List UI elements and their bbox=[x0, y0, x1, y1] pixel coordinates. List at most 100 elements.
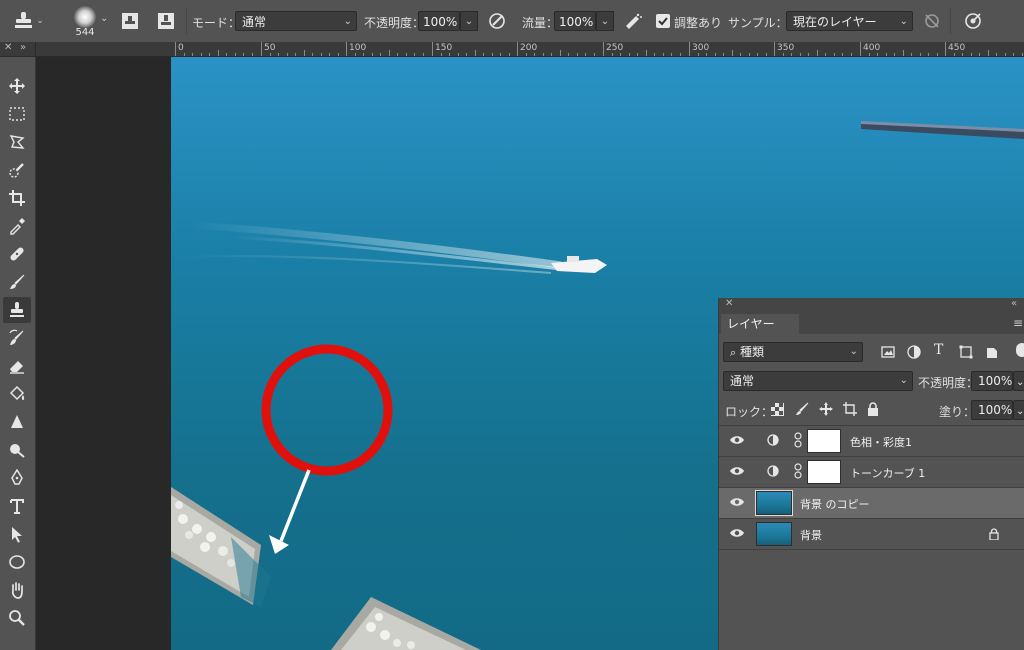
link-chain-icon[interactable] bbox=[794, 463, 802, 479]
brush-panel-toggle[interactable] bbox=[154, 9, 178, 33]
fill-field[interactable]: 100% bbox=[971, 400, 1013, 420]
clone-source-toggle[interactable] bbox=[118, 9, 142, 33]
ruler-minor-tick bbox=[560, 50, 561, 56]
smart-object-filter-icon[interactable] bbox=[985, 345, 999, 359]
panel-menu-icon[interactable]: ≡ bbox=[1013, 316, 1023, 330]
pressure-size-icon bbox=[965, 13, 981, 29]
separator bbox=[950, 8, 951, 34]
ruler-minor-tick bbox=[869, 53, 870, 56]
mode-dropdown[interactable]: 通常 ⌄ bbox=[235, 11, 357, 31]
tool-sharpen[interactable] bbox=[3, 409, 31, 435]
eye-icon[interactable] bbox=[729, 465, 745, 477]
tool-paint-bucket[interactable] bbox=[3, 381, 31, 407]
ruler-tick bbox=[860, 42, 861, 56]
lock-all-icon[interactable] bbox=[867, 402, 879, 416]
pressure-opacity-toggle[interactable] bbox=[484, 9, 510, 33]
link-chain-icon[interactable] bbox=[794, 432, 802, 448]
fill-slider-toggle[interactable]: ⌄ bbox=[1013, 400, 1024, 420]
chevron-down-icon: ⌄ bbox=[464, 16, 474, 27]
ruler-minor-tick bbox=[612, 53, 613, 56]
tool-pen[interactable] bbox=[3, 465, 31, 491]
eye-icon[interactable] bbox=[729, 527, 745, 539]
path-select-icon bbox=[12, 527, 22, 543]
tab-layers[interactable]: レイヤー bbox=[721, 314, 799, 334]
close-icon[interactable]: ✕ bbox=[4, 42, 12, 53]
ignore-adjustment-layers-toggle[interactable] bbox=[920, 9, 944, 33]
chevron-down-icon: ⌄ bbox=[1016, 406, 1024, 417]
layer-mask-thumbnail[interactable] bbox=[807, 460, 841, 484]
aligned-label[interactable]: 調整あり bbox=[674, 14, 722, 31]
tool-eyedropper[interactable] bbox=[3, 213, 31, 239]
horizontal-ruler: ✕ » 0 50 100 150 200 250 300 350 400 450 bbox=[0, 42, 1024, 57]
close-icon[interactable]: ✕ bbox=[725, 298, 733, 309]
ruler-minor-tick bbox=[842, 53, 843, 56]
tool-move[interactable] bbox=[3, 73, 31, 99]
tool-eraser[interactable] bbox=[3, 353, 31, 379]
layer-row[interactable]: 背景 bbox=[719, 518, 1024, 549]
pressure-size-toggle[interactable] bbox=[960, 9, 986, 33]
eye-icon[interactable] bbox=[729, 496, 745, 508]
ruler-minor-tick bbox=[414, 53, 415, 56]
layer-opacity-field[interactable]: 100% bbox=[971, 371, 1013, 391]
layer-filter-dropdown[interactable]: ⌕ 種類 ⌄ bbox=[723, 342, 863, 362]
tool-preset-picker[interactable]: ⌄ bbox=[8, 9, 48, 33]
tool-quick-select[interactable] bbox=[3, 157, 31, 183]
layer-filter-value: 種類 bbox=[740, 345, 765, 359]
flow-field[interactable]: 100% bbox=[554, 11, 596, 31]
ruler-minor-tick bbox=[466, 53, 467, 56]
tool-dodge[interactable] bbox=[3, 437, 31, 463]
healing-icon bbox=[10, 247, 24, 261]
tool-ellipse[interactable] bbox=[3, 549, 31, 575]
tool-lasso[interactable] bbox=[3, 129, 31, 155]
tool-crop[interactable] bbox=[3, 185, 31, 211]
expand-panels-icon[interactable]: » bbox=[20, 42, 26, 53]
chevron-down-icon[interactable]: ⌄ bbox=[100, 13, 108, 24]
sample-value: 現在のレイヤー bbox=[793, 15, 877, 29]
layer-thumbnail[interactable] bbox=[756, 522, 792, 546]
ruler-minor-tick bbox=[654, 53, 655, 56]
tool-marquee[interactable] bbox=[3, 101, 31, 127]
tool-path-select[interactable] bbox=[3, 521, 31, 547]
filter-toggle-icon[interactable] bbox=[1016, 343, 1024, 357]
layer-row-selected[interactable]: 背景 のコピー bbox=[719, 487, 1024, 518]
tool-type[interactable] bbox=[3, 493, 31, 519]
lock-position-icon[interactable] bbox=[819, 402, 833, 416]
lock-image-pixels-icon[interactable] bbox=[795, 402, 809, 416]
tool-healing[interactable] bbox=[3, 241, 31, 267]
ruler-minor-tick bbox=[363, 53, 364, 56]
layer-opacity-slider-toggle[interactable]: ⌄ bbox=[1013, 371, 1024, 391]
aligned-checkbox[interactable] bbox=[656, 14, 670, 28]
pixel-filter-icon[interactable] bbox=[881, 345, 895, 359]
eye-icon[interactable] bbox=[729, 434, 745, 446]
ruler-minor-tick bbox=[483, 53, 484, 56]
ruler-minor-tick bbox=[568, 53, 569, 56]
layer-row[interactable]: 色相・彩度1 bbox=[719, 425, 1024, 456]
tool-hand[interactable] bbox=[3, 577, 31, 603]
layer-opacity-value: 100% bbox=[978, 374, 1013, 388]
collapse-icon[interactable]: « bbox=[1011, 298, 1017, 309]
ruler-minor-tick bbox=[680, 53, 681, 56]
ruler-minor-tick bbox=[380, 53, 381, 56]
lock-artboard-icon[interactable] bbox=[843, 402, 857, 416]
sample-dropdown[interactable]: 現在のレイヤー ⌄ bbox=[786, 11, 913, 31]
adjustment-filter-icon[interactable] bbox=[907, 345, 921, 359]
layer-mask-thumbnail[interactable] bbox=[807, 429, 841, 453]
lock-icon[interactable] bbox=[989, 528, 999, 540]
shape-filter-icon[interactable] bbox=[959, 345, 973, 359]
airbrush-toggle[interactable] bbox=[620, 9, 646, 33]
type-filter-icon[interactable]: T bbox=[934, 342, 943, 358]
flow-slider-toggle[interactable]: ⌄ bbox=[596, 11, 614, 31]
tool-brush[interactable] bbox=[3, 269, 31, 295]
ruler-minor-tick bbox=[585, 53, 586, 56]
layer-thumbnail[interactable] bbox=[755, 490, 793, 516]
tool-zoom[interactable] bbox=[3, 605, 31, 631]
tool-history-brush[interactable] bbox=[3, 325, 31, 351]
blend-mode-dropdown[interactable]: 通常 ⌄ bbox=[723, 371, 913, 391]
ruler-minor-tick bbox=[355, 53, 356, 56]
lock-transparent-pixels-icon[interactable] bbox=[771, 403, 784, 416]
tool-clone-stamp[interactable] bbox=[3, 297, 31, 323]
opacity-field[interactable]: 100% bbox=[418, 11, 460, 31]
chevron-down-icon: ⌄ bbox=[600, 16, 610, 27]
layer-row[interactable]: トーンカーブ 1 bbox=[719, 456, 1024, 487]
opacity-slider-toggle[interactable]: ⌄ bbox=[460, 11, 478, 31]
